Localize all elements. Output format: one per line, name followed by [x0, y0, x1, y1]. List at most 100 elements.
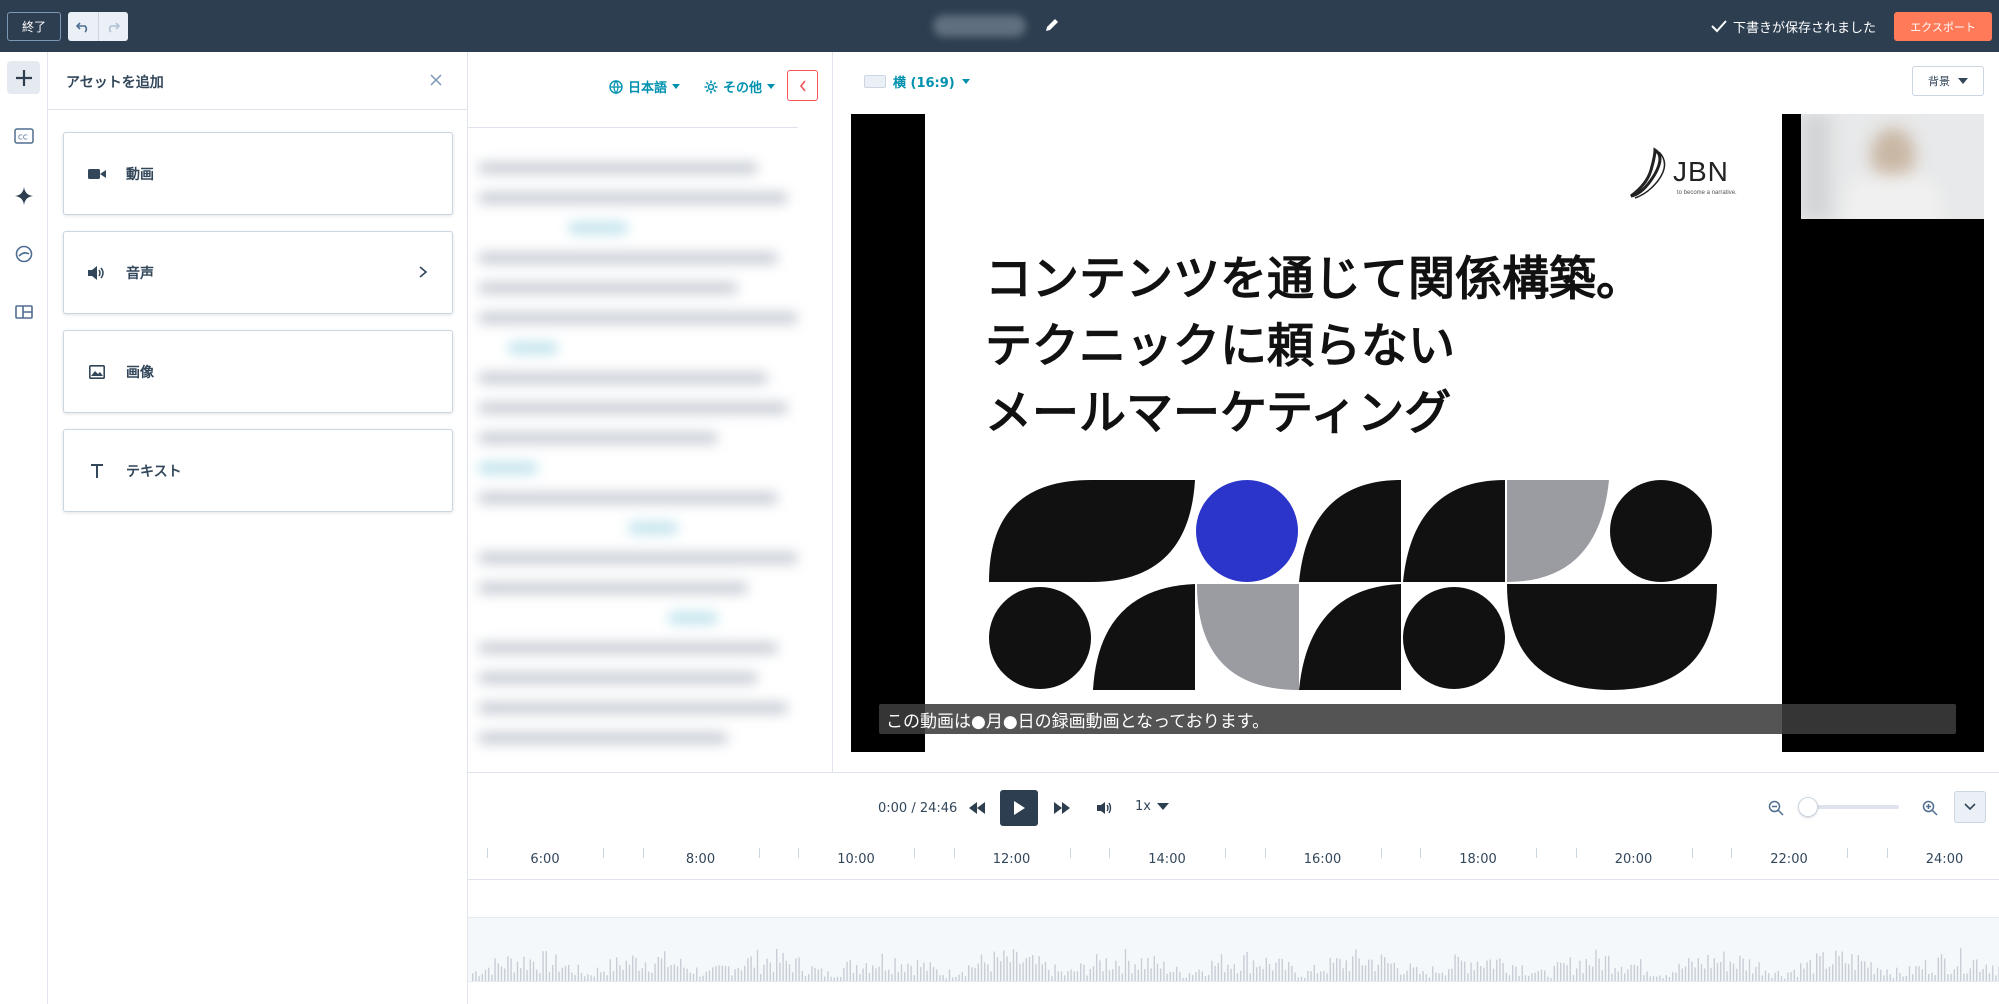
waveform-bar — [1745, 970, 1747, 981]
asset-video[interactable]: 動画 — [63, 132, 453, 215]
rail-stickers[interactable] — [7, 237, 40, 270]
asset-image[interactable]: 画像 — [63, 330, 453, 413]
waveform-bar — [1073, 971, 1075, 981]
caret-down-icon — [961, 78, 970, 84]
audio-track[interactable] — [468, 917, 1999, 982]
waveform-bar — [872, 965, 874, 981]
waveform-bar — [1336, 958, 1338, 981]
timeline-tick-label: 14:00 — [1148, 852, 1186, 867]
waveform-bar — [1531, 973, 1533, 981]
fast-forward-button[interactable] — [1053, 799, 1071, 817]
waveform-bar — [1860, 961, 1863, 981]
gear-icon — [704, 80, 718, 93]
waveform-bar — [1025, 958, 1027, 981]
waveform-bar — [820, 968, 823, 981]
close-panel-button[interactable] — [428, 72, 444, 88]
waveform-bar — [814, 967, 816, 981]
waveform-bar — [1604, 956, 1607, 981]
waveform-bar — [1950, 973, 1952, 981]
timeline-ruler[interactable]: 6:00 8:00 10:00 12:00 14:00 16:00 18:00 20:00 22… — [468, 840, 1999, 880]
waveform-bar — [1470, 962, 1472, 981]
subtitle-caption[interactable]: この動画は●月●日の録画動画となっております。 — [879, 704, 1956, 734]
rewind-button[interactable] — [968, 799, 986, 817]
timeline-tick — [914, 848, 915, 858]
waveform-bar — [952, 977, 954, 981]
waveform-bar — [1681, 968, 1683, 981]
background-label: 背景 — [1928, 75, 1950, 88]
waveform-bar — [1371, 959, 1373, 981]
waveform-bar — [1134, 964, 1136, 981]
aspect-ratio-dropdown[interactable]: 横 (16:9) — [864, 72, 970, 91]
save-status: 下書きが保存されました — [1711, 15, 1876, 37]
language-dropdown[interactable]: 日本語 — [609, 77, 681, 96]
waveform-bar — [1089, 968, 1091, 981]
video-canvas[interactable]: JBN to become a narrative. コンテンツを通じて関係構築… — [851, 114, 1984, 752]
waveform-bar — [1508, 975, 1511, 981]
volume-button[interactable] — [1096, 799, 1114, 817]
timeline-tick — [1264, 848, 1266, 858]
waveform-bar — [1931, 972, 1933, 981]
asset-text[interactable]: テキスト — [63, 429, 453, 512]
waveform-bar — [948, 969, 951, 981]
waveform-bar — [1668, 977, 1671, 981]
waveform-bar — [1118, 965, 1120, 981]
waveform-bar — [1499, 958, 1501, 981]
waveform-bar — [1630, 964, 1632, 981]
waveform-bar — [1857, 955, 1859, 981]
waveform-bar — [977, 963, 979, 981]
rail-ai[interactable] — [7, 179, 40, 212]
waveform-bar — [795, 958, 797, 981]
redo-button[interactable] — [97, 12, 129, 41]
waveform-bar — [1560, 962, 1562, 981]
collapse-transcript-button[interactable] — [787, 70, 818, 101]
waveform-bar — [481, 973, 483, 981]
waveform-bar — [1012, 949, 1015, 981]
timeline-tick — [1575, 848, 1577, 858]
waveform-bar — [1032, 955, 1034, 981]
asset-audio[interactable]: 音声 — [63, 231, 453, 314]
project-title[interactable] — [933, 15, 1026, 37]
waveform-bar — [1851, 954, 1853, 981]
export-button[interactable]: エクスポート — [1894, 12, 1992, 41]
waveform-bar — [664, 951, 666, 981]
exit-button[interactable]: 終了 — [7, 12, 61, 41]
play-button[interactable] — [1000, 790, 1038, 826]
waveform-bar — [884, 970, 887, 981]
waveform-bar — [616, 957, 618, 981]
background-dropdown[interactable]: 背景 — [1912, 66, 1984, 96]
waveform-bar — [1969, 968, 1971, 981]
timeline-tick — [642, 848, 644, 858]
undo-button[interactable] — [68, 12, 98, 41]
waveform-bar — [1892, 978, 1895, 981]
waveform-bar — [808, 974, 810, 981]
timeline-tick — [1691, 848, 1693, 858]
waveform-bar — [1736, 968, 1738, 981]
rail-captions[interactable]: CC — [7, 119, 40, 152]
waveform-bar — [497, 963, 499, 981]
waveform-bar — [1496, 959, 1498, 981]
waveform-bar — [1480, 965, 1482, 981]
zoom-in-button[interactable] — [1921, 799, 1939, 817]
waveform-bar — [1041, 964, 1043, 981]
waveform-bar — [548, 971, 551, 981]
waveform-bar — [1825, 968, 1827, 981]
rail-add-asset[interactable] — [7, 61, 40, 94]
other-dropdown[interactable]: その他 — [704, 77, 776, 96]
timeline-toggle-button[interactable] — [1954, 791, 1986, 823]
chevron-down-icon — [1964, 803, 1976, 811]
waveform-bar — [520, 968, 522, 981]
speed-dropdown[interactable]: 1x — [1135, 799, 1169, 814]
waveform-bar — [644, 962, 647, 981]
waveform-bar — [1537, 971, 1539, 981]
waveform-bar — [1691, 961, 1693, 981]
waveform-bar — [1361, 965, 1363, 981]
zoom-slider-handle[interactable] — [1798, 797, 1818, 817]
waveform-bar — [1275, 962, 1277, 981]
webcam-overlay[interactable] — [1801, 114, 1984, 219]
zoom-out-button[interactable] — [1767, 799, 1785, 817]
waveform-bar — [1614, 968, 1616, 981]
waveform-bar — [1483, 967, 1485, 981]
rail-layout[interactable] — [7, 295, 40, 328]
transcript-text[interactable] — [468, 152, 806, 772]
edit-title-button[interactable] — [1043, 16, 1061, 34]
